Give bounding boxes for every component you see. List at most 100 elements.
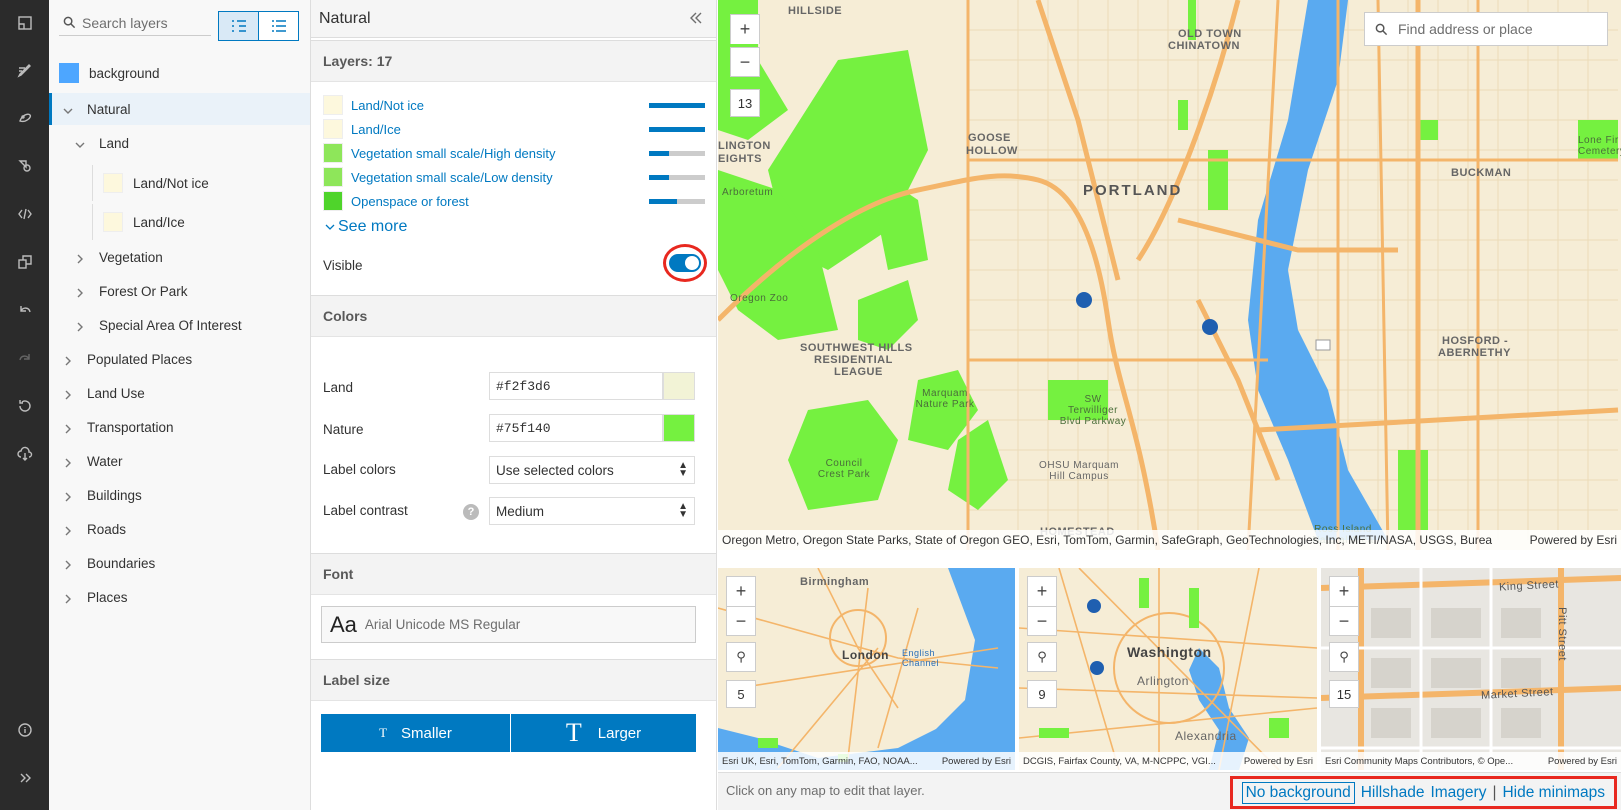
undo-icon[interactable] (0, 292, 49, 328)
info-icon[interactable] (0, 712, 49, 748)
basemap-icon[interactable] (0, 5, 49, 41)
tree-item-transportation[interactable]: Transportation (49, 411, 310, 443)
tree-item-boundaries[interactable]: Boundaries (49, 547, 310, 579)
chevron-right-icon[interactable] (63, 354, 73, 366)
minimap-search-button[interactable]: ⚲ (1329, 642, 1359, 672)
minimap-zoom-in-button[interactable]: + (726, 576, 756, 606)
colors-heading-label: Colors (323, 308, 368, 324)
sublayer-item[interactable]: Land/Ice (323, 117, 705, 141)
minimap-zoom-out-button[interactable]: − (726, 606, 756, 636)
shapes-icon[interactable] (0, 148, 49, 184)
hillshade-link[interactable]: Hillshade (1361, 784, 1425, 802)
tree-item-vegetation[interactable]: Vegetation (49, 241, 310, 273)
tree-item-special-area-of-interest[interactable]: Special Area Of Interest (49, 309, 310, 341)
tree-item-water[interactable]: Water (49, 445, 310, 477)
minimap-zoom-in-button[interactable]: + (1329, 576, 1359, 606)
reset-icon[interactable] (0, 388, 49, 424)
minimap-attribution: DCGIS, Fairfax County, VA, M-NCPPC, VGI.… (1019, 752, 1317, 770)
tree-item-populated-places[interactable]: Populated Places (49, 343, 310, 375)
help-icon[interactable]: ? (463, 504, 479, 520)
main-map[interactable]: HILLSIDE OLD TOWN CHINATOWN GOOSE HOLLOW… (718, 0, 1621, 550)
nature-color-input[interactable]: #75f140 (489, 414, 663, 442)
find-address-input[interactable]: Find address or place (1364, 12, 1608, 46)
sublayer-item[interactable]: Vegetation small scale/Low density (323, 165, 705, 189)
sublayer-item[interactable]: Openspace or forest (323, 189, 705, 213)
chevron-down-icon[interactable] (63, 104, 73, 114)
chevron-right-icon[interactable] (75, 286, 85, 298)
tree-item-natural[interactable]: Natural (49, 93, 310, 125)
chevron-right-icon[interactable] (63, 558, 73, 570)
label-contrast-label: Label contrast (323, 503, 408, 518)
tree-item-land-use[interactable]: Land Use (49, 377, 310, 409)
chevron-right-icon[interactable] (75, 252, 85, 264)
minimap-zoom-level: 9 (1027, 680, 1057, 708)
font-picker[interactable]: Aa Arial Unicode MS Regular (321, 606, 696, 643)
smaller-button[interactable]: T Smaller (321, 714, 510, 752)
nature-color-swatch[interactable] (663, 414, 695, 442)
land-color-input[interactable]: #f2f3d6 (489, 372, 663, 400)
tree-item-places[interactable]: Places (49, 581, 310, 613)
see-more-link[interactable]: See more (325, 218, 407, 236)
tree-item-land-ice[interactable]: Land/Ice (49, 204, 310, 240)
label-contrast-select[interactable]: Medium ▲ ▼ (489, 497, 695, 525)
zoom-out-button[interactable]: − (730, 47, 760, 77)
tree-view-button[interactable] (218, 11, 259, 41)
minimap-search-button[interactable]: ⚲ (1027, 642, 1057, 672)
download-icon[interactable] (0, 436, 49, 472)
zoom-range-bar (649, 102, 705, 108)
tree-item-label: Roads (87, 521, 127, 537)
minimap-zoom-in-button[interactable]: + (1027, 576, 1057, 606)
attribution-text: Oregon Metro, Oregon State Parks, State … (722, 533, 1492, 547)
tree-item-background[interactable]: background (49, 57, 310, 89)
tree-item-land[interactable]: Land (49, 127, 310, 159)
sublayer-item[interactable]: Vegetation small scale/High density (323, 141, 705, 165)
chevron-right-icon[interactable] (63, 490, 73, 502)
map-label-chinatown: CHINATOWN (1168, 40, 1240, 52)
chevron-right-icon[interactable] (63, 456, 73, 468)
imagery-link[interactable]: Imagery (1430, 784, 1486, 802)
minimap-washington[interactable]: Washington Arlington Alexandria + − ⚲ 9 … (1019, 568, 1317, 770)
minimap-alexandria[interactable]: King Street Market Street Pitt Street + … (1321, 568, 1621, 770)
chevron-right-icon[interactable] (75, 320, 85, 332)
colors-heading: Colors (311, 295, 716, 337)
visible-toggle[interactable] (669, 254, 701, 272)
map-label-hillside: HILLSIDE (788, 5, 843, 17)
double-chevron-left-icon (690, 12, 702, 24)
tree-item-roads[interactable]: Roads (49, 513, 310, 545)
minimap-city-label: Washington (1127, 644, 1212, 660)
larger-button[interactable]: T Larger (511, 714, 696, 752)
chevron-down-icon[interactable] (75, 138, 85, 148)
minimap-zoom-out-button[interactable]: − (1027, 606, 1057, 636)
tree-item-forest-or-park[interactable]: Forest Or Park (49, 275, 310, 307)
style-icon[interactable] (0, 100, 49, 136)
tree-item-buildings[interactable]: Buildings (49, 479, 310, 511)
chevron-right-icon[interactable] (63, 388, 73, 400)
edit-icon[interactable] (0, 52, 49, 88)
chevron-right-icon[interactable] (63, 524, 73, 536)
minimap-search-button[interactable]: ⚲ (726, 642, 756, 672)
land-color-label: Land (323, 380, 354, 395)
redo-icon[interactable] (0, 340, 49, 376)
collapse-panel-button[interactable] (688, 10, 706, 28)
zoom-in-button[interactable]: + (730, 14, 760, 44)
flat-list-view-button[interactable] (258, 11, 299, 41)
code-icon[interactable] (0, 196, 49, 232)
no-background-link[interactable]: No background (1241, 781, 1355, 804)
chevron-right-icon[interactable] (63, 592, 73, 604)
footer-hint: Click on any map to edit that layer. (726, 783, 925, 798)
land-color-swatch[interactable] (663, 372, 695, 400)
sublayer-item[interactable]: Land/Not ice (323, 93, 705, 117)
sublayer-swatch (323, 119, 343, 139)
chevron-right-icon[interactable] (63, 422, 73, 434)
expand-icon[interactable] (0, 760, 49, 796)
tree-item-land-not-ice[interactable]: Land/Not ice (49, 165, 310, 201)
copy-icon[interactable] (0, 244, 49, 280)
list-tree-icon (231, 20, 246, 32)
label-colors-select[interactable]: Use selected colors ▲ ▼ (489, 456, 695, 484)
minimap-london[interactable]: Birmingham English Channel London + − ⚲ … (718, 568, 1015, 770)
minimap-canvas (718, 568, 1015, 770)
hide-minimaps-link[interactable]: Hide minimaps (1502, 784, 1605, 802)
minimap-zoom-out-button[interactable]: − (1329, 606, 1359, 636)
minimap-label-birmingham: Birmingham (800, 576, 870, 588)
layer-search-input[interactable]: Search layers (59, 10, 211, 36)
